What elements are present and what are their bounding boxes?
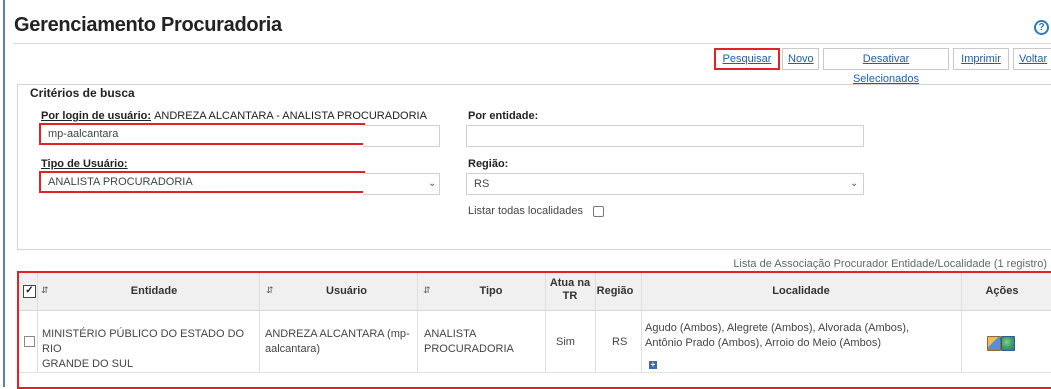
page-left-border xyxy=(3,0,5,387)
sort-icon[interactable]: ⇵ xyxy=(423,285,431,296)
header-usuario-label: Usuário xyxy=(326,285,367,297)
globe-icon[interactable] xyxy=(1001,336,1015,351)
cell-tipo-line2: PROCURADORIA xyxy=(424,343,514,355)
header-localidade-label: Localidade xyxy=(772,285,830,297)
header-acoes-label: Ações xyxy=(985,285,1019,297)
entidade-input[interactable] xyxy=(466,125,864,147)
cell-entidade-line1: MINISTÉRIO PÚBLICO DO ESTADO DO RIO xyxy=(42,328,245,355)
login-input[interactable]: mp-aalcantara xyxy=(39,123,365,145)
column-divider xyxy=(595,273,596,373)
column-divider xyxy=(961,273,962,373)
chevron-down-icon[interactable]: ⌄ xyxy=(850,178,858,189)
row-divider xyxy=(19,372,1051,373)
login-label-text: Por login de usuário: xyxy=(41,110,152,122)
login-label: Por login de usuário: ANDREZA ALCANTARA … xyxy=(41,110,427,122)
cell-atua-tr: Sim xyxy=(556,336,575,348)
header-atua-line1: Atua na xyxy=(549,277,591,289)
column-divider xyxy=(259,273,260,373)
listar-localidades-label: Listar todas localidades xyxy=(468,205,583,217)
regiao-label: Região: xyxy=(468,158,509,170)
column-divider xyxy=(545,273,546,373)
tipo-usuario-label: Tipo de Usuário: xyxy=(41,158,128,170)
cell-usuario-line1: ANDREZA ALCANTARA (mp- xyxy=(265,328,410,340)
cell-tipo-line1: ANALISTA xyxy=(424,328,477,340)
cell-localidade-line1: Agudo (Ambos), Alegrete (Ambos), Alvorad… xyxy=(645,322,910,334)
header-regiao-label: Região xyxy=(596,285,634,297)
tipo-usuario-select[interactable]: ANALISTA PROCURADORIA xyxy=(39,171,365,193)
novo-button[interactable]: Novo xyxy=(782,48,819,70)
entidade-label: Por entidade: xyxy=(468,110,539,122)
login-input-extension[interactable] xyxy=(363,125,440,147)
table-header: ✓ ⇵ Entidade ⇵ Usuário ⇵ Tipo Atua na TR … xyxy=(19,273,1051,311)
chevron-down-icon[interactable]: ⌄ xyxy=(428,178,436,189)
select-all-checkbox[interactable]: ✓ xyxy=(23,285,36,298)
login-user-display: ANDREZA ALCANTARA - ANALISTA PROCURADORI… xyxy=(154,110,427,122)
cell-usuario: ANDREZA ALCANTARA (mp- aalcantara) xyxy=(265,327,415,357)
sort-icon[interactable]: ⇵ xyxy=(266,285,274,296)
cell-localidade-line2: Antônio Prado (Ambos), Arroio do Meio (A… xyxy=(645,337,881,349)
cell-entidade-line2: GRANDE DO SUL xyxy=(42,358,134,370)
header-usuario[interactable]: Usuário xyxy=(274,273,419,310)
title-divider xyxy=(14,43,1051,44)
cell-entidade: MINISTÉRIO PÚBLICO DO ESTADO DO RIO GRAN… xyxy=(42,327,257,372)
cell-usuario-line2: aalcantara) xyxy=(265,343,321,355)
expand-plus-icon[interactable]: + xyxy=(649,361,657,369)
listar-localidades-checkbox[interactable] xyxy=(593,206,604,217)
regiao-select[interactable]: RS xyxy=(466,173,864,195)
header-select-cell: ✓ xyxy=(19,273,37,310)
header-entidade[interactable]: Entidade xyxy=(49,273,259,310)
pesquisar-button[interactable]: Pesquisar xyxy=(714,48,780,70)
header-atua-line2: TR xyxy=(562,290,578,302)
search-criteria-legend: Critérios de busca xyxy=(28,86,137,100)
cell-tipo: ANALISTA PROCURADORIA xyxy=(424,327,544,357)
page-title: Gerenciamento Procuradoria xyxy=(14,14,282,36)
row-select-checkbox[interactable] xyxy=(24,336,35,347)
column-divider xyxy=(641,273,642,373)
voltar-button[interactable]: Voltar xyxy=(1013,48,1051,70)
header-atua-tr: Atua na TR xyxy=(545,273,595,310)
cell-localidade: Agudo (Ambos), Alegrete (Ambos), Alvorad… xyxy=(645,321,955,351)
header-tipo[interactable]: Tipo xyxy=(431,273,551,310)
list-caption: Lista de Associação Procurador Entidade/… xyxy=(733,258,1047,270)
header-acoes: Ações xyxy=(967,273,1037,310)
desativar-selecionados-button[interactable]: Desativar Selecionados xyxy=(823,48,949,85)
sort-icon[interactable]: ⇵ xyxy=(41,285,49,296)
cell-regiao: RS xyxy=(612,336,628,348)
help-icon[interactable]: ? xyxy=(1034,20,1049,35)
header-localidade: Localidade xyxy=(641,273,961,310)
edit-icon[interactable] xyxy=(987,336,1001,351)
header-tipo-label: Tipo xyxy=(479,285,503,297)
header-regiao: Região xyxy=(595,273,635,310)
header-entidade-label: Entidade xyxy=(130,285,178,297)
column-divider xyxy=(417,273,418,373)
search-criteria-panel xyxy=(17,84,1051,250)
imprimir-button[interactable]: Imprimir xyxy=(953,48,1009,70)
column-divider xyxy=(37,273,38,373)
